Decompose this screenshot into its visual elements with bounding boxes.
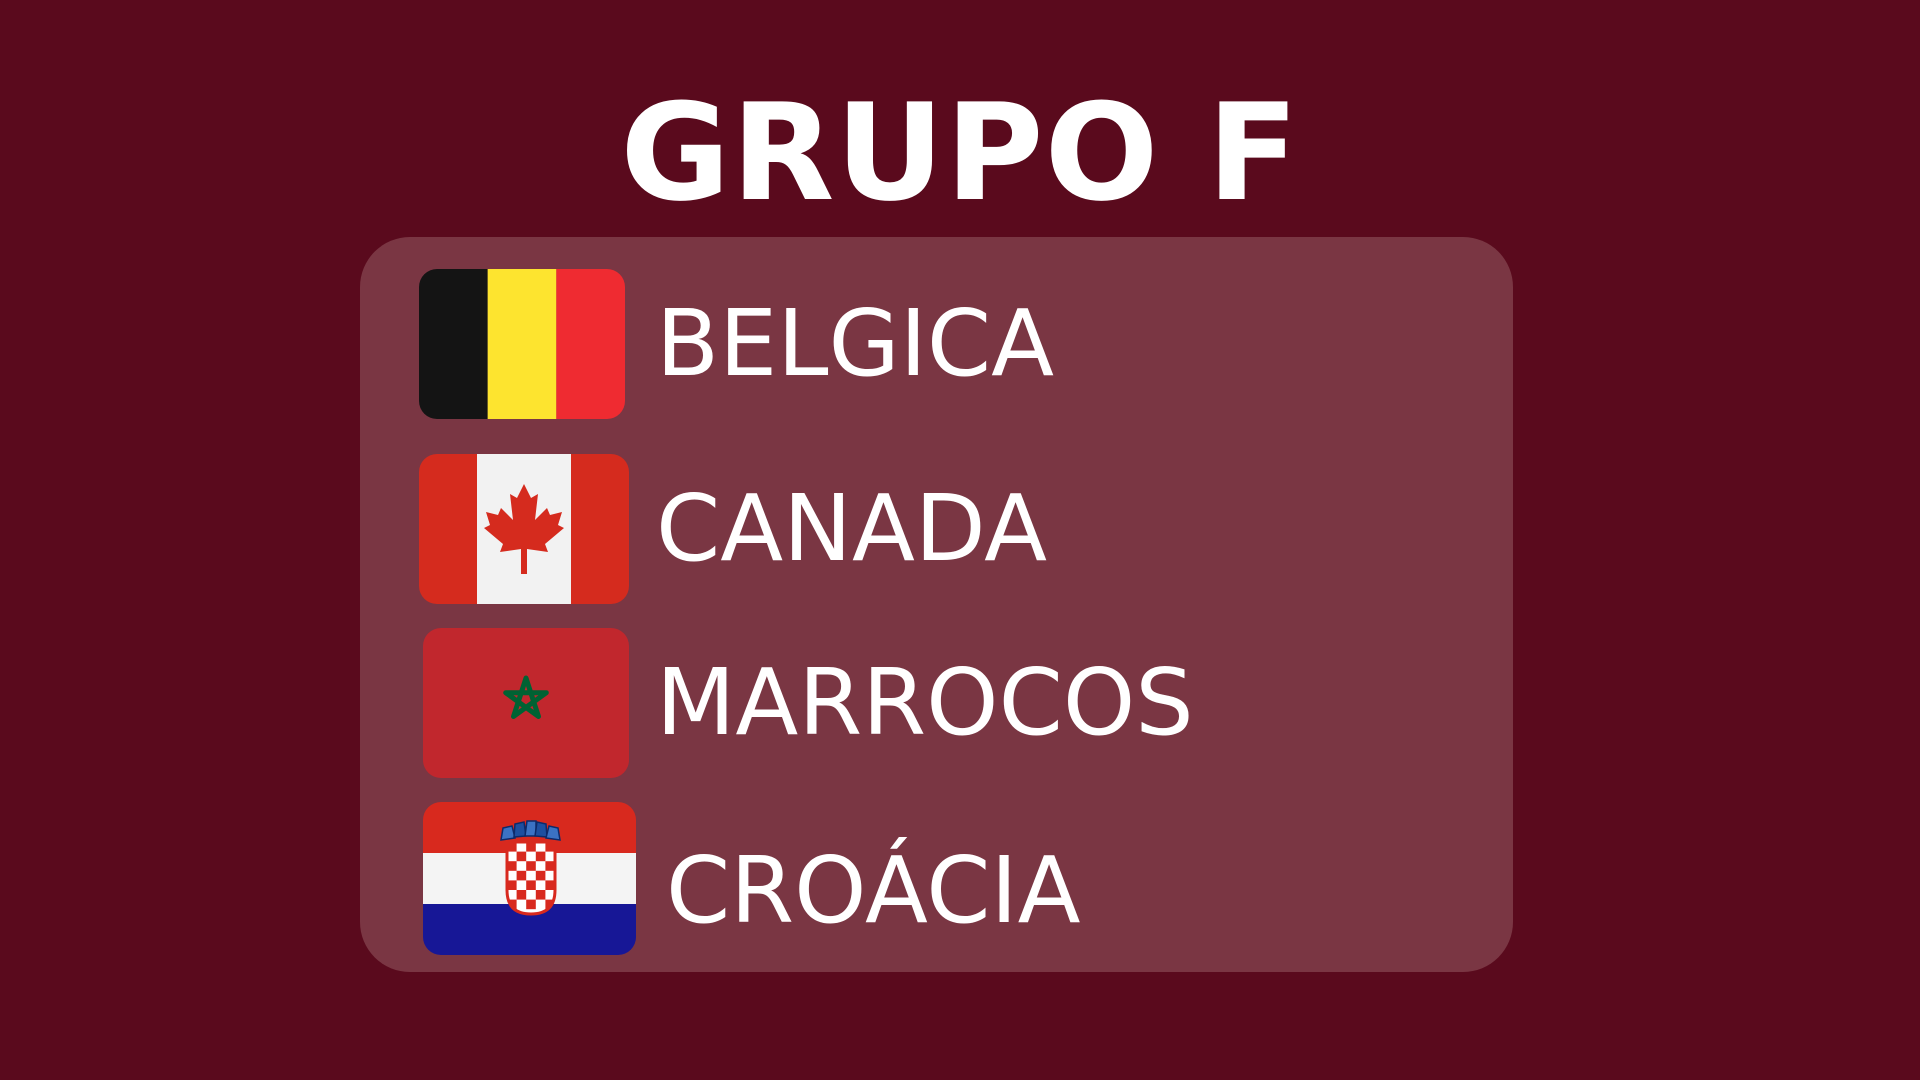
team-name: BELGICA <box>656 290 1055 397</box>
croatia-flag-icon <box>423 802 636 955</box>
group-title: GRUPO F <box>620 75 1300 231</box>
team-row: CANADA <box>360 454 1513 604</box>
team-name: CANADA <box>656 475 1048 582</box>
team-row: CROÁCIA <box>360 802 1513 955</box>
morocco-flag-icon <box>423 628 629 778</box>
teams-panel: BELGICA CANADA MARROCOS CROÁCIA <box>360 237 1513 972</box>
belgium-flag-icon <box>419 269 625 419</box>
canada-flag-icon <box>419 454 629 604</box>
team-name: CROÁCIA <box>666 837 1081 944</box>
team-row: BELGICA <box>360 269 1513 419</box>
team-name: MARROCOS <box>656 649 1194 756</box>
team-row: MARROCOS <box>360 628 1513 778</box>
